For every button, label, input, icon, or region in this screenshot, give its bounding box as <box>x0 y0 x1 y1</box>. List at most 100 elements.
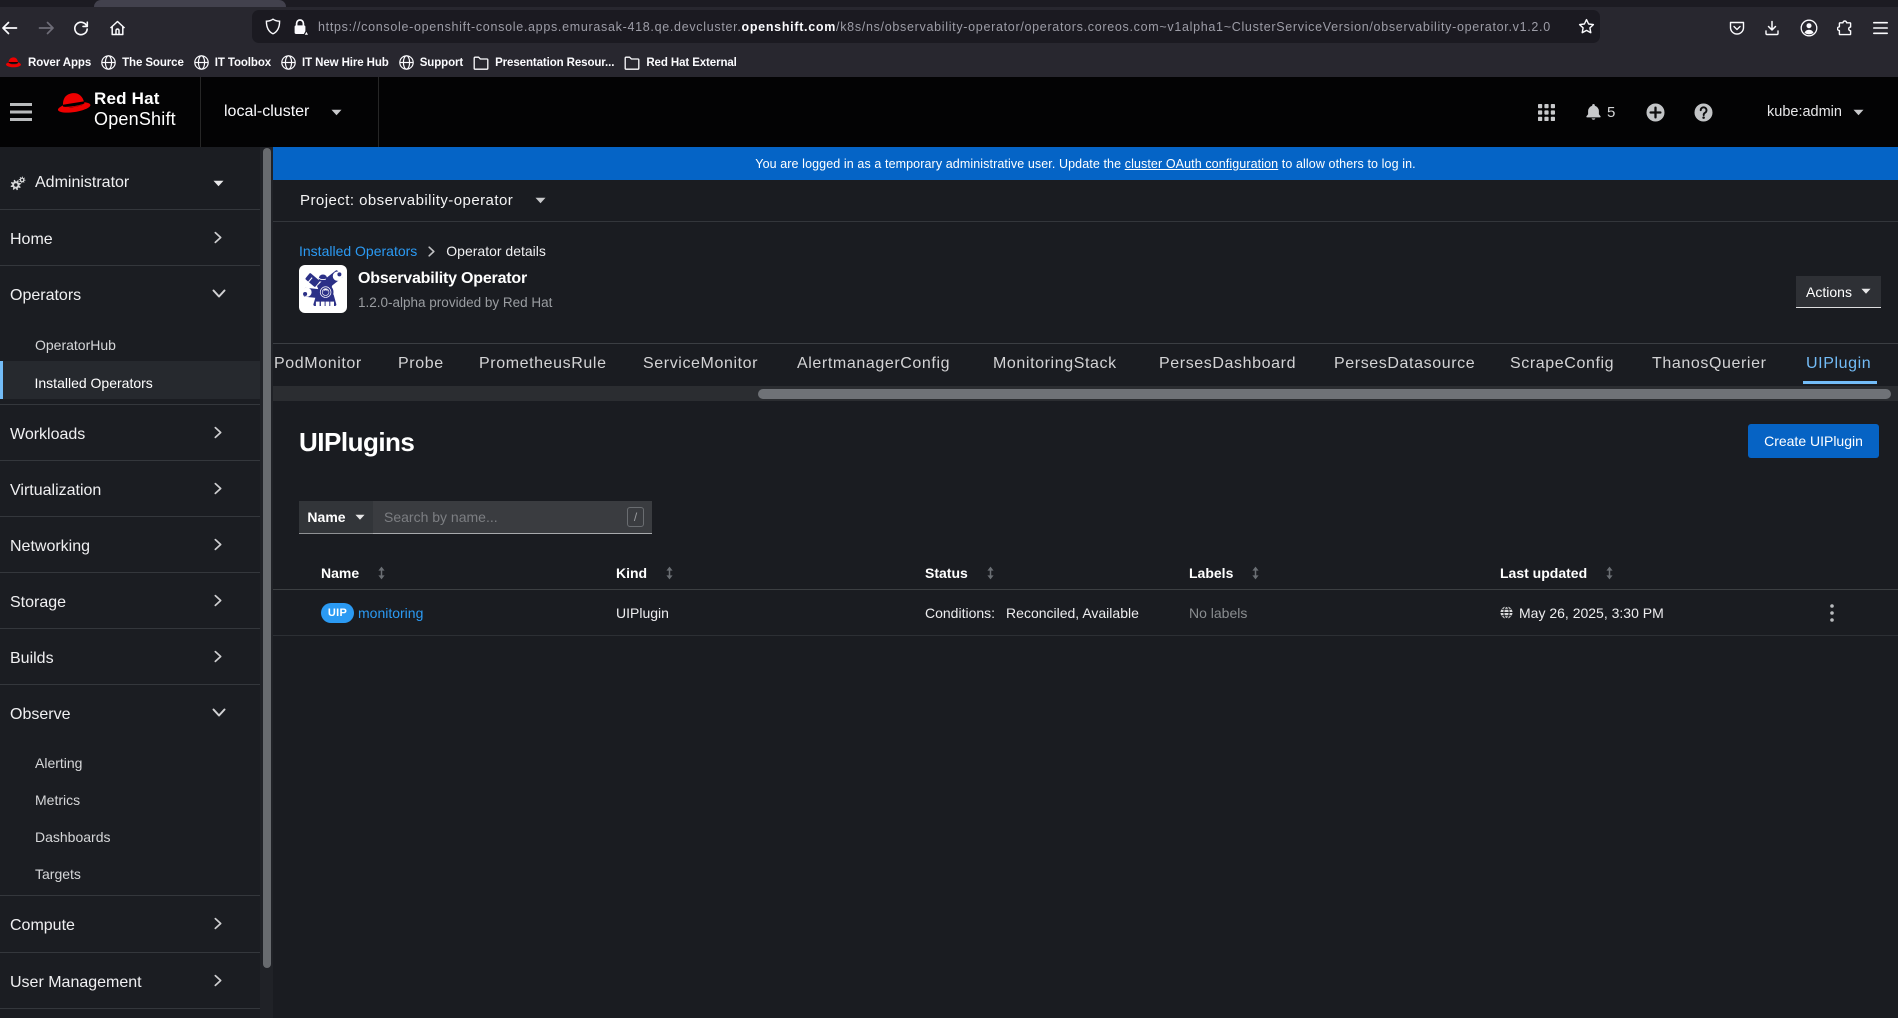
sidebar-item-installed-operators[interactable]: Installed Operators <box>0 361 260 399</box>
row-kebab-menu[interactable] <box>1830 603 1898 622</box>
sidebar-item-virtualization[interactable]: Virtualization <box>0 460 260 516</box>
tab-uiplugin[interactable]: UIPlugin <box>1802 344 1878 384</box>
url-text[interactable]: https://console-openshift-console.apps.e… <box>318 20 1572 34</box>
app-launcher-icon[interactable] <box>1538 104 1555 121</box>
download-icon[interactable] <box>1764 20 1780 36</box>
url-bar[interactable]: https://console-openshift-console.apps.e… <box>252 10 1600 43</box>
folder-icon <box>473 56 489 70</box>
nav-toggle-icon[interactable] <box>10 103 32 122</box>
sidebar-item-targets[interactable]: Targets <box>0 853 260 890</box>
tab-prometheusrule[interactable]: PrometheusRule <box>479 344 607 384</box>
sidebar-item-user-management[interactable]: User Management <box>0 952 260 1009</box>
column-header-kind[interactable]: Kind <box>616 565 925 581</box>
sidebar-item-workloads[interactable]: Workloads <box>0 404 260 460</box>
oauth-config-link[interactable]: cluster OAuth configuration <box>1125 157 1278 171</box>
tab-alertmanagerconfig[interactable]: AlertmanagerConfig <box>797 344 950 384</box>
bookmark-presentation-resources[interactable]: Presentation Resour... <box>473 56 614 70</box>
tab-thanosquerier[interactable]: ThanosQuerier <box>1652 344 1767 384</box>
column-label: Last updated <box>1500 564 1588 581</box>
filter-name-dropdown[interactable]: Name <box>299 501 373 534</box>
horizontal-scrollbar-thumb[interactable] <box>758 388 1891 399</box>
column-header-last-updated[interactable]: Last updated <box>1500 565 1830 581</box>
help-icon[interactable] <box>1694 103 1713 122</box>
sidebar-item-networking[interactable]: Networking <box>0 516 260 572</box>
tab-monitoringstack[interactable]: MonitoringStack <box>993 344 1117 384</box>
sidebar-item-observe[interactable]: Observe <box>0 684 260 740</box>
nav-label: Metrics <box>35 792 81 808</box>
tab-probe[interactable]: Probe <box>398 344 444 384</box>
back-icon[interactable] <box>1 19 18 36</box>
sidebar-item-dashboards[interactable]: Dashboards <box>0 816 260 853</box>
menu-icon[interactable] <box>1873 21 1888 34</box>
masthead-separator <box>378 77 379 147</box>
sidebar-item-compute[interactable]: Compute <box>0 895 260 952</box>
sidebar-item-storage[interactable]: Storage <box>0 572 260 628</box>
caret-down-icon <box>535 197 546 204</box>
status-label: Conditions: <box>925 604 996 621</box>
sidebar-item-alerting[interactable]: Alerting <box>0 742 260 779</box>
sidebar-scrollbar[interactable] <box>260 147 273 1018</box>
pocket-icon[interactable] <box>1729 20 1745 36</box>
resource-badge: UIP <box>321 602 354 623</box>
sidebar-item-metrics[interactable]: Metrics <box>0 779 260 816</box>
nav-label: Workloads <box>10 425 86 443</box>
bookmark-it-toolbox[interactable]: IT Toolbox <box>193 55 271 70</box>
status-value: Reconciled, Available <box>1006 604 1139 621</box>
chevron-right-icon <box>214 231 222 243</box>
bookmark-star-icon[interactable] <box>1578 18 1595 35</box>
actions-button[interactable]: Actions <box>1796 276 1881 308</box>
sidebar-item-operators[interactable]: Operators <box>0 265 260 321</box>
sidebar-scrollbar-thumb[interactable] <box>262 148 271 968</box>
masthead-separator <box>200 77 201 147</box>
lock-warning-icon[interactable] <box>292 18 309 36</box>
create-uiplugin-button[interactable]: Create UIPlugin <box>1748 424 1879 458</box>
chevron-right-icon <box>214 538 222 550</box>
reload-icon[interactable] <box>73 20 89 36</box>
home-icon[interactable] <box>109 20 126 36</box>
tab-scrapeconfig[interactable]: ScrapeConfig <box>1510 344 1614 384</box>
notifications-bell[interactable]: 5 <box>1585 103 1615 121</box>
breadcrumb-installed-operators[interactable]: Installed Operators <box>299 243 417 259</box>
shield-icon[interactable] <box>265 18 281 35</box>
extensions-icon[interactable] <box>1837 19 1853 36</box>
chevron-right-icon <box>214 482 222 494</box>
cell-last-updated: May 26, 2025, 3:30 PM <box>1500 605 1830 621</box>
account-icon[interactable] <box>1800 19 1818 37</box>
column-header-labels[interactable]: Labels <box>1189 565 1500 581</box>
horizontal-scrollbar[interactable] <box>273 386 1898 401</box>
bookmark-rover-apps[interactable]: Rover Apps <box>5 56 91 70</box>
tab-persesdashboard[interactable]: PersesDashboard <box>1159 344 1296 384</box>
bookmark-label: The Source <box>122 56 184 69</box>
user-menu[interactable]: kube:admin <box>1767 77 1864 147</box>
column-header-status[interactable]: Status <box>925 565 1189 581</box>
breadcrumb: Installed Operators Operator details <box>299 243 546 259</box>
add-icon[interactable] <box>1646 103 1665 122</box>
resource-link[interactable]: monitoring <box>358 605 423 621</box>
table-header-row: Name Kind Status Labels Last updated <box>273 556 1898 590</box>
forward-icon[interactable] <box>38 19 55 36</box>
breadcrumb-current: Operator details <box>446 243 546 259</box>
cluster-selector[interactable]: local-cluster <box>224 77 342 147</box>
sort-icon <box>1606 566 1613 579</box>
tab-persesdatasource[interactable]: PersesDatasource <box>1334 344 1475 384</box>
chevron-right-icon <box>214 426 222 438</box>
bookmark-red-hat-external[interactable]: Red Hat External <box>624 56 737 70</box>
chevron-down-icon <box>212 289 226 297</box>
bookmark-label: Rover Apps <box>28 56 92 69</box>
cell-status: Conditions: Reconciled, Available <box>925 605 1189 621</box>
project-selector[interactable]: Project: observability-operator <box>273 180 1898 222</box>
bookmark-support[interactable]: Support <box>398 55 463 70</box>
search-input[interactable] <box>384 509 627 525</box>
browser-tab[interactable] <box>94 0 286 7</box>
tab-podmonitor[interactable]: PodMonitor <box>274 344 362 384</box>
nav-label: Targets <box>35 866 81 882</box>
url-prefix: https://console-openshift-console.apps.e… <box>318 19 742 34</box>
perspective-switcher[interactable]: Administrator <box>0 160 260 206</box>
bookmark-it-new-hire-hub[interactable]: IT New Hire Hub <box>281 55 389 70</box>
sidebar-item-operatorhub[interactable]: OperatorHub <box>0 324 260 361</box>
sidebar-item-home[interactable]: Home <box>0 209 260 265</box>
sidebar-item-builds[interactable]: Builds <box>0 628 260 684</box>
column-header-name[interactable]: Name <box>321 565 616 581</box>
bookmark-the-source[interactable]: The Source <box>101 55 184 70</box>
tab-servicemonitor[interactable]: ServiceMonitor <box>643 344 758 384</box>
